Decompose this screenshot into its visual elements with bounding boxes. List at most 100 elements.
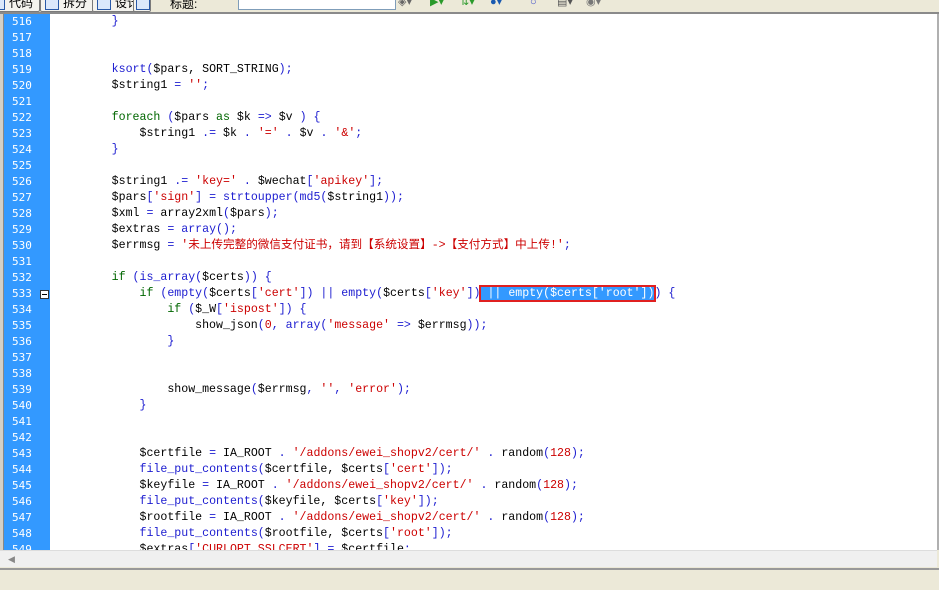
- code-text: $extras = array();: [56, 222, 237, 238]
- code-line[interactable]: 517: [0, 30, 937, 46]
- line-number: 533: [12, 287, 32, 300]
- code-view-button[interactable]: 代码: [0, 0, 41, 12]
- view-options-icon[interactable]: ▤▾: [557, 0, 573, 8]
- code-token: $errmsg: [257, 383, 307, 396]
- code-line[interactable]: 547 $rootfile = IA_ROOT . '/addons/ewei_…: [0, 510, 937, 526]
- code-token: .=: [202, 127, 217, 140]
- code-text: file_put_contents($rootfile, $certs['roo…: [56, 526, 453, 542]
- code-line[interactable]: 521: [0, 94, 937, 110]
- code-line[interactable]: 520 $string1 = '';: [0, 78, 937, 94]
- code-line[interactable]: 548 file_put_contents($rootfile, $certs[…: [0, 526, 937, 542]
- code-line[interactable]: 539 show_message($errmsg, '', 'error');: [0, 382, 937, 398]
- code-line[interactable]: 519 ksort($pars, SORT_STRING);: [0, 62, 937, 78]
- code-line[interactable]: 518: [0, 46, 937, 62]
- code-line[interactable]: 545 $keyfile = IA_ROOT . '/addons/ewei_s…: [0, 478, 937, 494]
- code-text: show_message($errmsg, '', 'error');: [56, 382, 411, 398]
- code-token: [: [306, 175, 314, 188]
- code-text: file_put_contents($certfile, $certs['cer…: [56, 462, 453, 478]
- title-input[interactable]: [238, 0, 396, 10]
- line-number: 538: [12, 367, 32, 380]
- preview-icon[interactable]: ▶▾: [430, 0, 444, 8]
- code-token: '': [320, 383, 335, 396]
- code-line[interactable]: 535 show_json(0, array('message' => $err…: [0, 318, 937, 334]
- code-token: (empty(: [153, 287, 210, 300]
- code-token: file_put_contents(: [139, 463, 265, 476]
- code-line[interactable]: 531: [0, 254, 937, 270]
- code-token: =: [174, 79, 189, 92]
- code-token: as: [216, 111, 230, 124]
- code-token: $rootfile, $certs: [264, 527, 384, 540]
- code-line[interactable]: 536 }: [0, 334, 937, 350]
- line-number: 532: [12, 271, 32, 284]
- code-token: $_W: [195, 303, 217, 316]
- code-line[interactable]: 525: [0, 158, 937, 174]
- code-token: 'error': [348, 383, 397, 396]
- code-line[interactable]: 530 $errmsg = '未上传完整的微信支付证书，请到【系统设置】->【支…: [0, 238, 937, 254]
- code-token: show_json: [56, 319, 258, 332]
- code-token: .: [278, 511, 286, 524]
- code-line[interactable]: 533 if (empty($certs['cert']) || empty($…: [0, 285, 937, 302]
- file-management-icon[interactable]: ◈▾: [398, 0, 412, 8]
- code-line[interactable]: 526 $string1 .= 'key=' . $wechat['apikey…: [0, 174, 937, 190]
- code-line[interactable]: 544 file_put_contents($certfile, $certs[…: [0, 462, 937, 478]
- sync-icon[interactable]: ○: [530, 0, 537, 8]
- code-line[interactable]: 549 $extras['CURLOPT_SSLCERT'] = $certfi…: [0, 542, 937, 550]
- code-token: $string1: [56, 127, 203, 140]
- horizontal-scrollbar[interactable]: ◀: [0, 550, 937, 567]
- code-token: .: [278, 447, 286, 460]
- line-number: 522: [12, 111, 32, 124]
- code-line[interactable]: 522 foreach ($pars as $k => $v ) {: [0, 110, 937, 126]
- code-line[interactable]: 528 $xml = array2xml($pars);: [0, 206, 937, 222]
- visual-aids-icon[interactable]: ◉▾: [586, 0, 601, 8]
- code-text: $pars['sign'] = strtoupper(md5($string1)…: [56, 190, 404, 206]
- code-token: [: [424, 287, 432, 300]
- split-view-icon: [45, 0, 59, 10]
- collapse-block-icon[interactable]: [40, 290, 49, 299]
- code-editor[interactable]: 516 } 517 518 519 ksort($pars, SORT_STRING)…: [0, 14, 939, 550]
- code-token: }: [167, 335, 175, 348]
- code-token: );: [570, 447, 585, 460]
- code-line[interactable]: 540 }: [0, 398, 937, 414]
- code-line[interactable]: 546 file_put_contents($keyfile, $certs['…: [0, 494, 937, 510]
- code-token: $errmsg: [56, 239, 168, 252]
- code-text: if ($_W['ispost']) {: [56, 302, 306, 318]
- code-line[interactable]: 537: [0, 350, 937, 366]
- code-token: $certs: [202, 271, 244, 284]
- code-line[interactable]: 527 $pars['sign'] = strtoupper(md5($stri…: [0, 190, 937, 206]
- code-line[interactable]: 532 if (is_array($certs)) {: [0, 270, 937, 286]
- code-line[interactable]: 523 $string1 .= $k . '=' . $v . '&';: [0, 126, 937, 142]
- code-token: array2xml: [153, 207, 223, 220]
- globe-icon[interactable]: ●▾: [490, 0, 502, 8]
- code-line[interactable]: 541: [0, 414, 937, 430]
- code-text: $keyfile = IA_ROOT . '/addons/ewei_shopv…: [56, 478, 577, 494]
- code-token: ] =: [313, 543, 342, 550]
- code-token: $pars: [56, 191, 147, 204]
- code-line[interactable]: 543 $certfile = IA_ROOT . '/addons/ewei_…: [0, 446, 937, 462]
- code-token: if: [111, 271, 126, 284]
- code-token: )) {: [243, 271, 272, 284]
- code-line[interactable]: 534 if ($_W['ispost']) {: [0, 302, 937, 318]
- code-line[interactable]: 542: [0, 430, 937, 446]
- code-token: $keyfile, $certs: [264, 495, 377, 508]
- line-number: 519: [12, 63, 32, 76]
- live-view-button[interactable]: [133, 0, 151, 12]
- scroll-left-icon[interactable]: ◀: [8, 554, 15, 565]
- split-view-button[interactable]: 拆分: [40, 0, 95, 12]
- code-line[interactable]: 524 }: [0, 142, 937, 158]
- code-token: random: [494, 447, 544, 460]
- code-token: random: [494, 511, 544, 524]
- code-line[interactable]: 538: [0, 366, 937, 382]
- code-line[interactable]: 529 $extras = array();: [0, 222, 937, 238]
- refresh-icon[interactable]: ⇅▾: [460, 0, 475, 8]
- code-text: file_put_contents($keyfile, $certs['key'…: [56, 494, 439, 510]
- code-line[interactable]: 516 }: [0, 14, 937, 30]
- code-token: .: [243, 127, 251, 140]
- code-lines: 516 } 517 518 519 ksort($pars, SORT_STRING)…: [0, 14, 937, 550]
- code-token: 'key=': [195, 175, 237, 188]
- line-number: 540: [12, 399, 32, 412]
